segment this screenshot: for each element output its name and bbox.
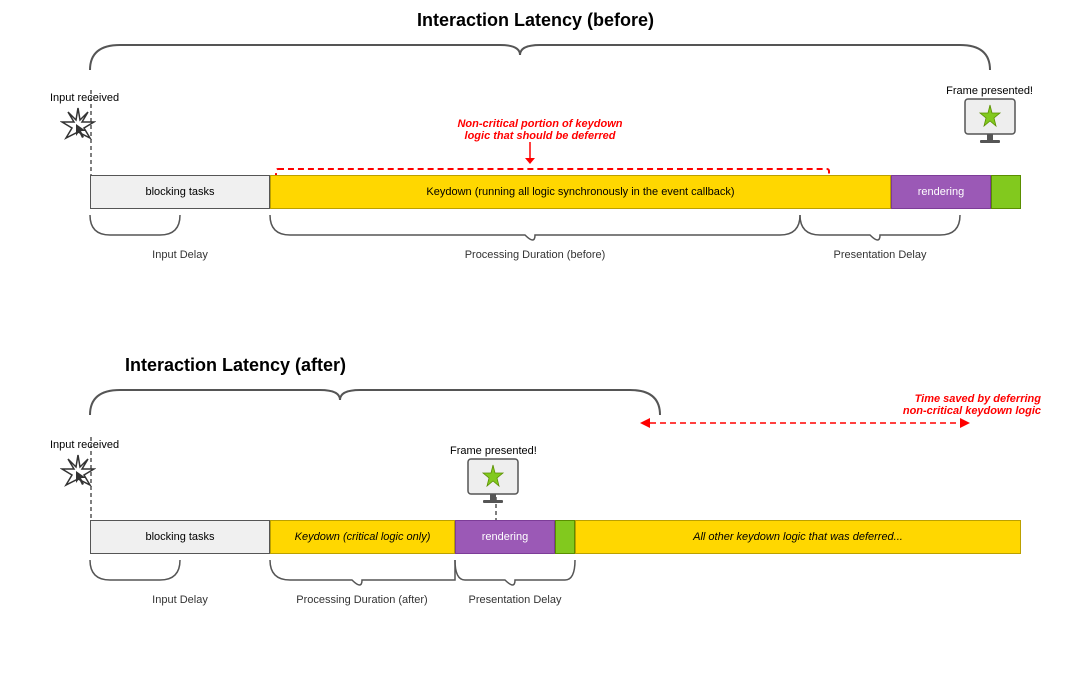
top-title: Interaction Latency (before)	[30, 10, 1041, 31]
bottom-braces-top: Input Delay Processing Duration (before)…	[90, 210, 990, 265]
bottom-braces-bottom: Input Delay Processing Duration (after) …	[90, 555, 990, 610]
bar-keydown-top: Keydown (running all logic synchronously…	[270, 175, 891, 209]
monitor-icon-bottom	[463, 457, 523, 507]
bar-green-bottom	[555, 520, 575, 554]
bar-row-top: blocking tasks Keydown (running all logi…	[90, 175, 1021, 209]
svg-text:Input Delay: Input Delay	[152, 249, 208, 261]
diagram-container: Interaction Latency (before) Input recei…	[0, 0, 1071, 690]
input-received-label-top: Input received	[50, 92, 119, 147]
input-burst-icon-bottom	[60, 453, 96, 489]
frame-presented-top: Frame presented!	[946, 85, 1033, 152]
svg-text:Processing Duration (before): Processing Duration (before)	[465, 249, 606, 261]
bar-green-top	[991, 175, 1021, 209]
bar-deferred-bottom: All other keydown logic that was deferre…	[575, 520, 1021, 554]
bottom-outer-brace	[30, 385, 1041, 420]
monitor-icon-top	[960, 97, 1020, 147]
frame-presented-bottom: Frame presented!	[450, 445, 537, 512]
input-received-label-bottom: Input received	[50, 439, 119, 494]
top-diagram: Interaction Latency (before) Input recei…	[30, 10, 1041, 310]
bottom-diagram: Interaction Latency (after) Time saved b…	[30, 355, 1041, 675]
input-burst-icon-top	[60, 106, 96, 142]
bar-row-bottom: blocking tasks Keydown (critical logic o…	[90, 520, 1021, 554]
defer-annotation: Non-critical portion of keydown logic th…	[380, 118, 700, 142]
svg-text:Presentation Delay: Presentation Delay	[469, 594, 562, 606]
bar-keydown-bottom: Keydown (critical logic only)	[270, 520, 455, 554]
bar-rendering-top: rendering	[891, 175, 991, 209]
svg-text:Input Delay: Input Delay	[152, 594, 208, 606]
defer-arrow	[525, 142, 535, 164]
bar-blocking-bottom: blocking tasks	[90, 520, 270, 554]
svg-text:Presentation Delay: Presentation Delay	[834, 249, 927, 261]
bar-rendering-bottom: rendering	[455, 520, 555, 554]
bottom-title: Interaction Latency (after)	[30, 355, 441, 376]
svg-text:Processing Duration (after): Processing Duration (after)	[296, 594, 427, 606]
top-outer-brace	[30, 40, 1041, 75]
bar-blocking-top: blocking tasks	[90, 175, 270, 209]
